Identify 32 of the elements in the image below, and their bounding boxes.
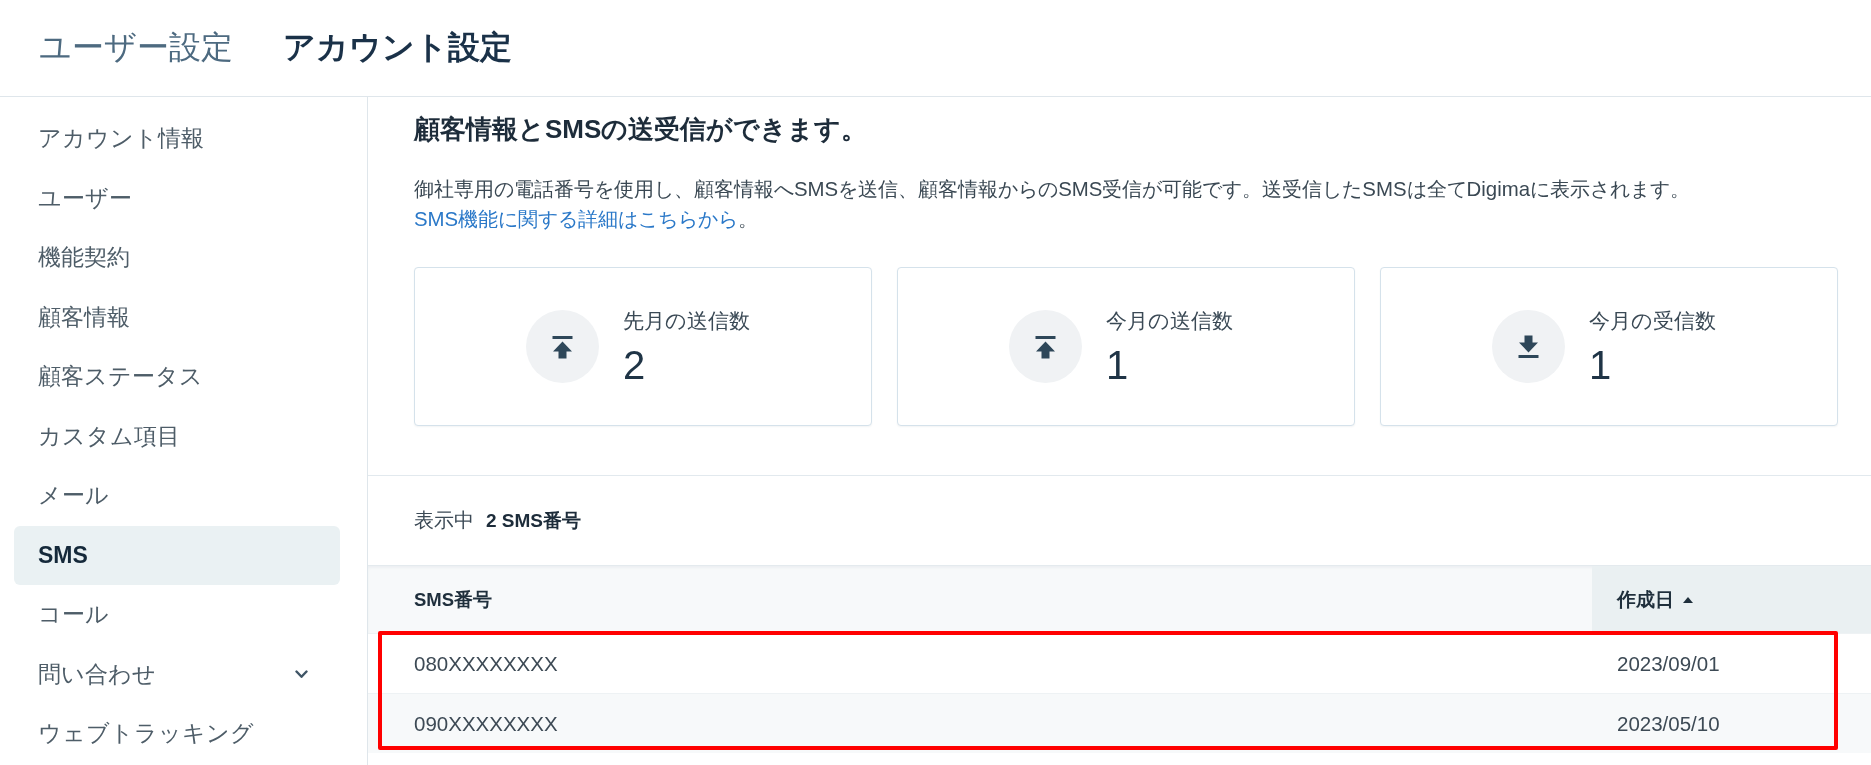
column-header[interactable]: SMS番号	[368, 566, 1592, 633]
stat-label: 今月の送信数	[1106, 307, 1233, 334]
table-cell: 2023/05/10	[1617, 711, 1720, 736]
sidebar-item[interactable]: カスタム項目	[14, 406, 340, 466]
table-cell: 090XXXXXXXX	[414, 711, 558, 736]
sidebar-item[interactable]: メール	[14, 466, 340, 526]
result-label: 表示中	[414, 508, 474, 533]
table-cell: 2023/09/01	[1617, 651, 1720, 676]
description-text: 御社専用の電話番号を使用し、顧客情報へSMSを送信、顧客情報からのSMS受信が可能です。送受信したSMSは全てDigimaに表示されます。 SMS機能に関する詳細はこちらから。	[414, 177, 1691, 232]
details-link[interactable]: SMS機能に関する詳細はこちらから	[414, 208, 739, 230]
sidebar-item[interactable]: 顧客情報	[14, 287, 340, 347]
sidebar-item[interactable]: ユーザー	[14, 168, 340, 228]
stat-label: 今月の受信数	[1589, 307, 1716, 334]
sidebar-item[interactable]: ウェブトラッキング	[14, 704, 340, 764]
sidebar-item[interactable]: SMS	[14, 525, 340, 585]
sidebar-item[interactable]: 顧客ステータス	[14, 347, 340, 407]
stat-value: 1	[1106, 342, 1130, 387]
sidebar-item[interactable]: 問い合わせ	[14, 644, 340, 704]
section-title: ユーザー設定	[39, 28, 233, 67]
chevron-down-icon	[295, 669, 308, 679]
stat-value: 2	[623, 342, 647, 387]
caret-up-icon	[1683, 596, 1693, 603]
stat-label: 先月の送信数	[623, 307, 750, 334]
result-count: 2 SMS番号	[486, 508, 582, 533]
page-title: アカウント設定	[283, 28, 512, 67]
sidebar-item[interactable]: アカウント情報	[14, 109, 340, 169]
section-heading: 顧客情報とSMSの送受信ができます。	[414, 114, 869, 144]
column-header[interactable]: 作成日	[1592, 566, 1871, 633]
sidebar-item[interactable]: コール	[14, 585, 340, 645]
sidebar-item[interactable]: 機能契約	[14, 228, 340, 288]
stat-value: 1	[1589, 342, 1613, 387]
table-cell: 080XXXXXXXX	[414, 651, 558, 676]
